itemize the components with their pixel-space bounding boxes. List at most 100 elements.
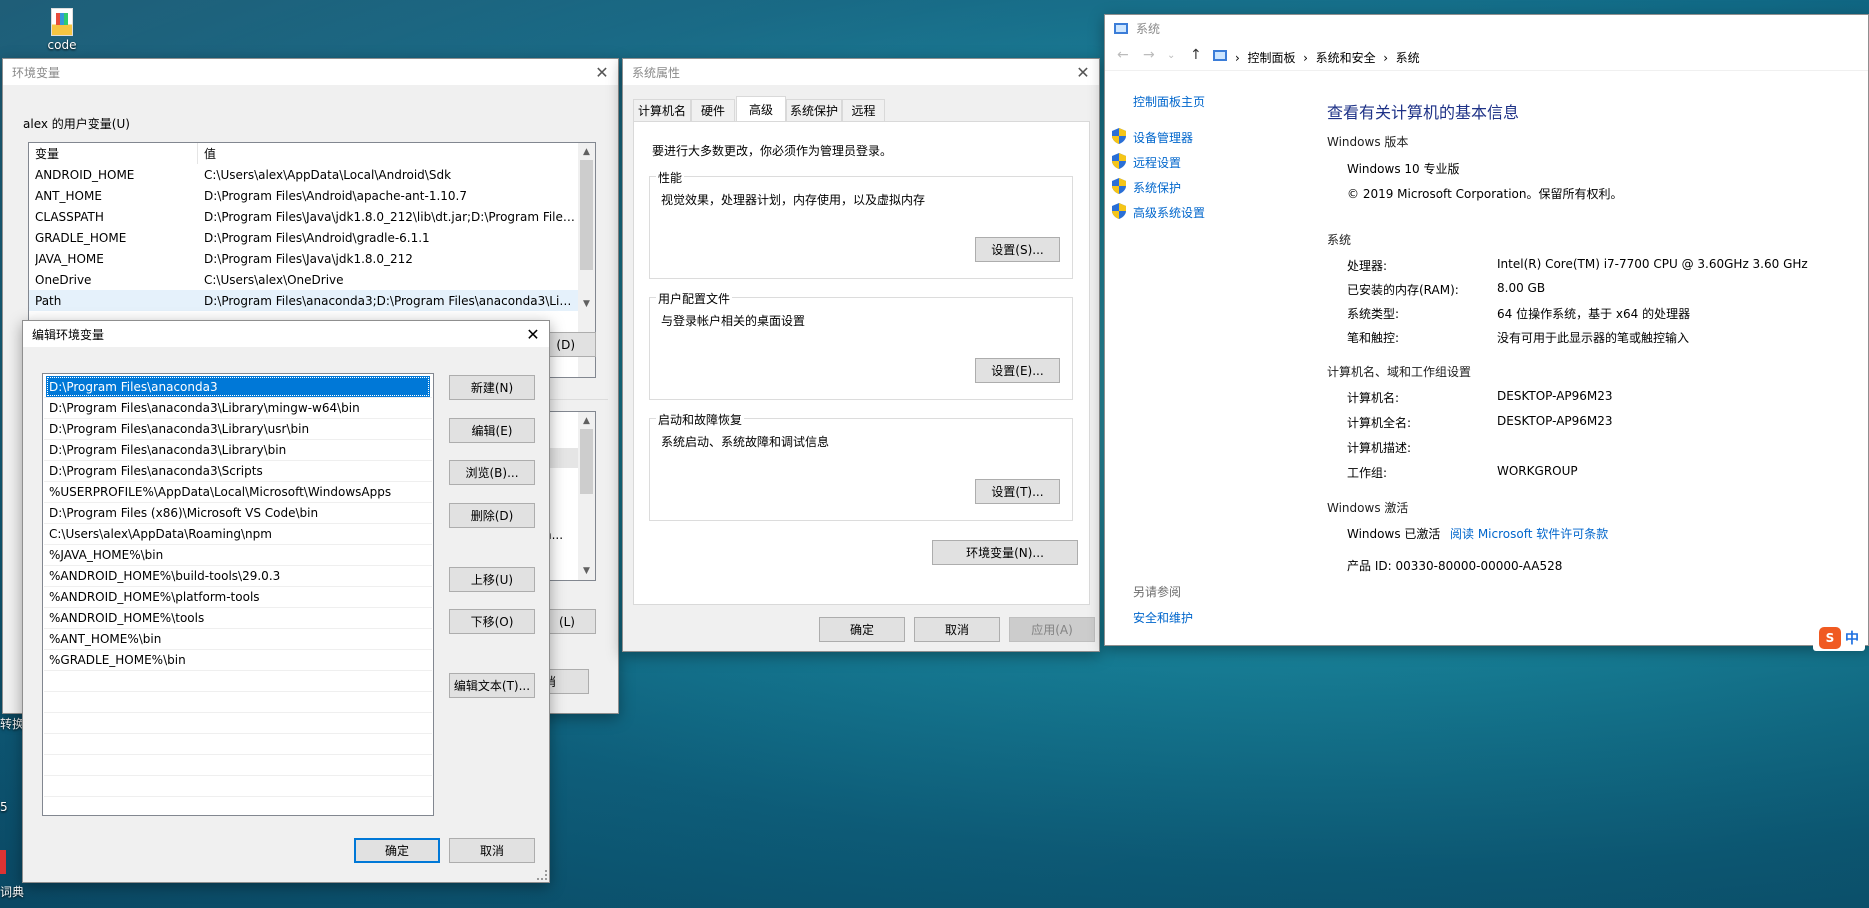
breadcrumb-system-security[interactable]: 系统和安全 [1316,51,1376,65]
edit-text-button[interactable]: 编辑文本(T)... [449,673,535,698]
breadcrumb-separator-icon: › [1235,51,1240,65]
list-item[interactable]: D:\Program Files (x86)\Microsoft VS Code… [46,502,318,523]
scroll-up-icon[interactable]: ▲ [578,143,595,160]
window-titlebar[interactable]: 系统 [1105,15,1868,41]
security-maintenance-link[interactable]: 安全和维护 [1133,609,1193,626]
window-titlebar[interactable]: 系统属性 ✕ [623,59,1099,85]
scroll-up-icon[interactable]: ▲ [578,412,595,429]
tab-hardware[interactable]: 硬件 [691,99,735,121]
list-item[interactable]: C:\Users\alex\AppData\Roaming\npm [46,523,272,544]
forward-arrow-icon[interactable]: → [1143,47,1155,63]
sidebar-item-advanced-settings[interactable]: 高级系统设置 [1133,204,1205,221]
profile-settings-button[interactable]: 设置(E)... [975,358,1060,383]
group-description: 视觉效果，处理器计划，内存使用，以及虚拟内存 [661,193,926,207]
cancel-button[interactable]: 取消 [914,617,1000,642]
button-label: 删除(D) [470,509,514,523]
row-separator [44,670,432,671]
path-list[interactable]: D:\Program Files\anaconda3 D:\Program Fi… [42,373,434,816]
list-item[interactable]: %JAVA_HOME%\bin [46,544,163,565]
new-button[interactable]: 新建(N) [449,375,535,400]
scroll-down-icon[interactable]: ▼ [578,562,595,579]
performance-settings-button[interactable]: 设置(S)... [975,237,1060,262]
desktop-label-fragment: 词典 [0,885,25,899]
button-label: 确定 [384,844,409,858]
tab-advanced[interactable]: 高级 [736,96,786,121]
cancel-button[interactable]: 取消 [449,838,535,863]
breadcrumb[interactable]: › 控制面板 › 系统和安全 › 系统 [1235,49,1420,66]
breadcrumb-control-panel[interactable]: 控制面板 [1247,51,1295,65]
column-header-value[interactable]: 值 [204,145,564,162]
table-row[interactable]: Path D:\Program Files\anaconda3;D:\Progr… [29,290,580,311]
scroll-thumb[interactable] [580,429,593,494]
edit-button[interactable]: 编辑(E) [449,418,535,443]
tab-remote[interactable]: 远程 [842,99,885,121]
list-item[interactable]: D:\Program Files\anaconda3\Library\usr\b… [46,418,309,439]
dialog-titlebar[interactable]: 编辑环境变量 ✕ [23,321,549,347]
list-item[interactable]: D:\Program Files\anaconda3\Scripts [46,460,263,481]
sogou-logo-icon: S [1819,627,1841,649]
list-item[interactable]: %ANT_HOME%\bin [46,628,161,649]
recent-chevron-down-icon[interactable]: ⌄ [1167,50,1175,61]
list-item[interactable]: D:\Program Files\anaconda3\Library\bin [46,439,286,460]
dialog-title: 编辑环境变量 [32,327,105,342]
button-label: 编辑文本(T)... [453,679,531,693]
table-row[interactable]: OneDrive C:\Users\alex\OneDrive [29,269,580,290]
user-vars-label: alex 的用户变量(U) [23,117,130,131]
performance-group: 性能 视觉效果，处理器计划，内存使用，以及虚拟内存 设置(S)... [649,169,1073,279]
ok-button[interactable]: 确定 [354,838,440,863]
list-item[interactable]: %GRADLE_HOME%\bin [46,649,186,670]
close-icon[interactable]: ✕ [517,321,549,347]
system-vars-table[interactable]: n... ▲ ▼ [543,411,596,581]
tab-system-protection[interactable]: 系统保护 [786,99,842,121]
var-value: C:\Users\alex\OneDrive [204,272,344,287]
list-item[interactable]: %ANDROID_HOME%\tools [46,607,204,628]
table-row[interactable]: JAVA_HOME D:\Program Files\Java\jdk1.8.0… [29,248,580,269]
ime-indicator[interactable]: S 中 [1813,625,1865,651]
table-row[interactable]: ANT_HOME D:\Program Files\Android\apache… [29,185,580,206]
tab-computer-name[interactable]: 计算机名 [633,99,691,121]
desktop-icon-code[interactable]: code [44,8,80,52]
tab-label: 高级 [748,102,773,117]
breadcrumb-system[interactable]: 系统 [1396,51,1420,65]
browse-button[interactable]: 浏览(B)... [449,460,535,485]
close-icon[interactable]: ✕ [1067,59,1099,85]
window-titlebar[interactable]: 环境变量 ✕ [3,59,618,85]
table-row[interactable]: ANDROID_HOME C:\Users\alex\AppData\Local… [29,164,580,185]
resize-grip-icon[interactable] [537,870,547,880]
environment-variables-button[interactable]: 环境变量(N)... [932,540,1078,565]
list-item[interactable]: %ANDROID_HOME%\build-tools\29.0.3 [46,565,280,586]
sidebar-item-remote-settings[interactable]: 远程设置 [1133,154,1181,171]
sidebar-item-device-manager[interactable]: 设备管理器 [1133,129,1193,146]
list-item[interactable]: D:\Program Files\anaconda3\Library\mingw… [46,397,360,418]
info-key: 工作组: [1347,466,1388,480]
var-name: CLASSPATH [35,209,104,224]
window-title: 系统属性 [632,65,681,80]
var-name: OneDrive [35,272,92,287]
license-terms-link[interactable]: 阅读 Microsoft 软件许可条款 [1450,525,1608,542]
up-arrow-icon[interactable]: ↑ [1190,47,1202,63]
window-title: 环境变量 [12,65,61,80]
scroll-down-icon[interactable]: ▼ [578,295,595,312]
system-table-scrollbar[interactable]: ▲ ▼ [578,412,595,580]
list-item[interactable]: D:\Program Files\anaconda3 [46,376,430,397]
table-row[interactable]: GRADLE_HOME D:\Program Files\Android\gra… [29,227,580,248]
delete-button[interactable]: 删除(D) [449,503,535,528]
group-description: 与登录帐户相关的桌面设置 [661,314,806,328]
move-up-button[interactable]: 上移(U) [449,567,535,592]
sidebar-item-system-protection[interactable]: 系统保护 [1133,179,1181,196]
column-header-name[interactable]: 变量 [35,145,195,162]
control-panel-home-link[interactable]: 控制面板主页 [1133,93,1205,110]
list-item[interactable]: %ANDROID_HOME%\platform-tools [46,586,260,607]
apply-button[interactable]: 应用(A) [1009,617,1095,642]
scroll-thumb[interactable] [580,160,593,270]
button-label: 设置(S)... [991,243,1044,257]
list-item[interactable]: %USERPROFILE%\AppData\Local\Microsoft\Wi… [46,481,391,502]
desktop-app-icon[interactable] [0,850,6,874]
back-arrow-icon[interactable]: ← [1117,47,1129,63]
startup-settings-button[interactable]: 设置(T)... [975,479,1060,504]
table-row[interactable]: CLASSPATH D:\Program Files\Java\jdk1.8.0… [29,206,580,227]
move-down-button[interactable]: 下移(O) [449,609,535,634]
breadcrumb-separator-icon: › [1303,51,1308,65]
close-icon[interactable]: ✕ [586,59,618,85]
ok-button[interactable]: 确定 [819,617,905,642]
